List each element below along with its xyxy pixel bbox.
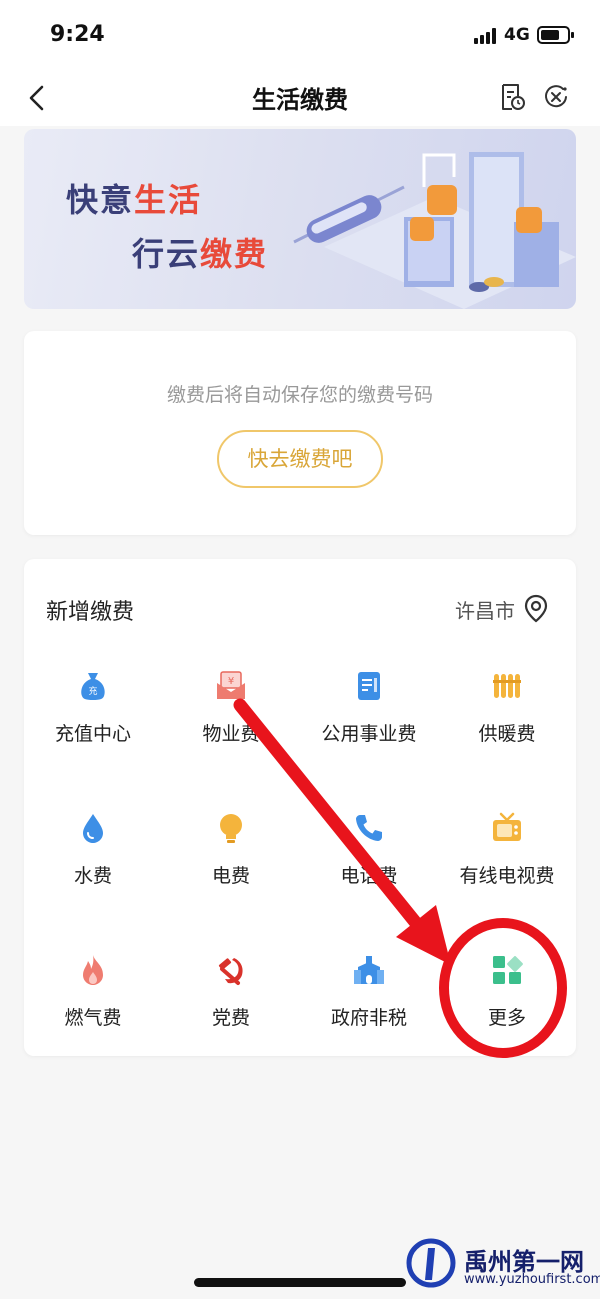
city-illustration [293, 152, 576, 309]
category-heating[interactable]: 供暖费 [438, 669, 576, 779]
category-property[interactable]: ¥ 物业费 [162, 669, 300, 779]
svg-text:充: 充 [88, 685, 97, 697]
radiator-icon [493, 674, 521, 698]
category-topup[interactable]: 充 充值中心 [24, 669, 162, 779]
category-label: 更多 [487, 1007, 526, 1029]
category-party-dues[interactable]: 党费 [162, 953, 300, 1063]
category-label: 政府非税 [330, 1007, 407, 1029]
property-icon: ¥ [217, 671, 245, 699]
category-government[interactable]: 政府非税 [300, 953, 438, 1063]
status-bar: 9:24 4G [0, 0, 600, 70]
bill-history-icon[interactable] [497, 82, 527, 112]
close-miniapp-icon[interactable] [541, 82, 571, 112]
status-time: 9:24 [50, 22, 105, 47]
category-label: 党费 [211, 1007, 250, 1029]
water-drop-icon [83, 814, 103, 843]
section-title: 新增缴费 [46, 600, 135, 625]
party-emblem-icon [218, 958, 243, 985]
nav-bar: 生活缴费 [0, 70, 600, 126]
flame-icon [83, 955, 103, 985]
government-icon [354, 956, 384, 984]
category-label: 燃气费 [64, 1007, 122, 1029]
category-label: 充值中心 [54, 723, 131, 745]
category-phone[interactable]: 电话费 [300, 811, 438, 921]
more-grid-icon [493, 956, 523, 984]
promo-banner[interactable]: 快意生活 行云缴费 [24, 129, 576, 309]
category-utilities[interactable]: 公用事业费 [300, 669, 438, 779]
category-label: 电话费 [340, 865, 398, 887]
signal-icon [474, 28, 498, 44]
bulb-icon [220, 814, 242, 843]
saved-accounts-card: 缴费后将自动保存您的缴费号码 快去缴费吧 [24, 331, 576, 535]
document-icon [358, 672, 380, 700]
battery-icon [537, 26, 574, 44]
category-label: 供暖费 [478, 723, 536, 745]
category-label: 电费 [211, 865, 250, 887]
go-pay-button[interactable]: 快去缴费吧 [217, 430, 383, 488]
tv-icon [493, 812, 521, 841]
watermark-logo-icon [406, 1238, 456, 1288]
category-label: 有线电视费 [459, 865, 555, 887]
category-more[interactable]: 更多 [438, 953, 576, 1063]
banner-line2: 行云缴费 [132, 235, 269, 273]
category-label: 水费 [73, 865, 112, 887]
banner-line1: 快意生活 [66, 181, 203, 219]
watermark-url: www.yuzhoufirst.com [464, 1272, 600, 1287]
category-gas[interactable]: 燃气费 [24, 953, 162, 1063]
home-indicator[interactable] [194, 1278, 406, 1287]
add-payment-card: 新增缴费 许昌市 充 充值中心 ¥ 物业费 公用事业费 供暖费 水费 电费 电话… [24, 559, 576, 1056]
empty-hint: 缴费后将自动保存您的缴费号码 [166, 384, 433, 406]
money-bag-icon: 充 [81, 673, 105, 700]
category-cable-tv[interactable]: 有线电视费 [438, 811, 576, 921]
network-type: 4G [504, 25, 530, 45]
category-water[interactable]: 水费 [24, 811, 162, 921]
phone-icon [356, 815, 382, 841]
category-label: 公用事业费 [321, 723, 417, 745]
category-electricity[interactable]: 电费 [162, 811, 300, 921]
city-selector[interactable]: 许昌市 [455, 595, 515, 624]
category-label: 物业费 [202, 723, 260, 745]
location-pin-icon[interactable] [521, 593, 551, 623]
watermark: 禹州第一网 www.yuzhoufirst.com [406, 1238, 600, 1294]
svg-text:¥: ¥ [228, 676, 234, 687]
